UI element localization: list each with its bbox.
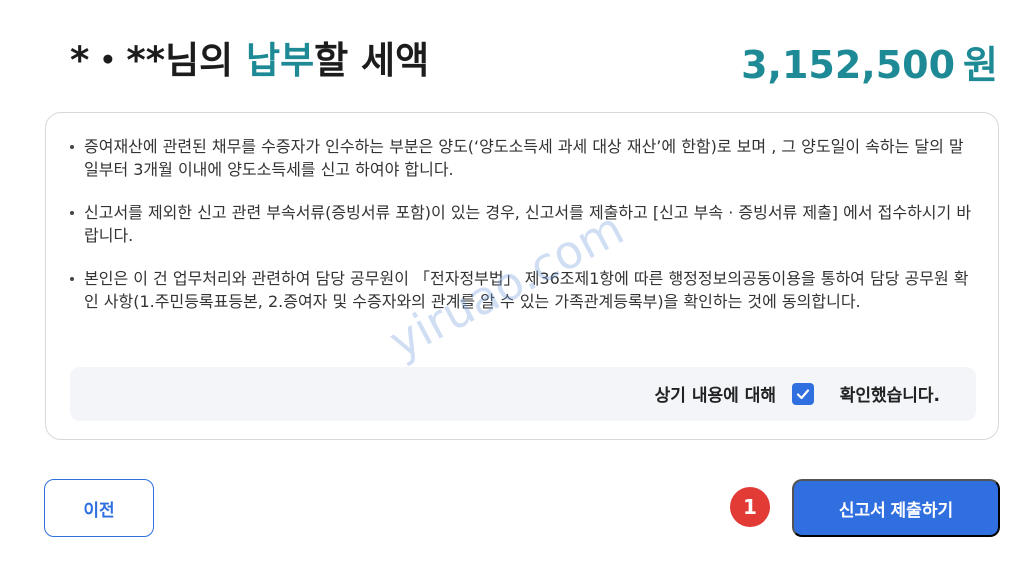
title-text-1: 님의 [165, 39, 247, 82]
notice-box: 증여재산에 관련된 채무를 수증자가 인수하는 부분은 양도(‘양도소득세 과세… [45, 112, 999, 440]
title-text-2: 할 세액 [314, 39, 430, 82]
title-accent: 납부 [246, 39, 315, 82]
confirm-bar: 상기 내용에 대해 확인했습니다. [70, 367, 976, 421]
prev-button[interactable]: 이전 [44, 479, 154, 537]
bullet-icon [70, 277, 74, 281]
tax-amount: 3,152,500 원 [741, 34, 998, 89]
step-badge: 1 [730, 487, 770, 527]
tax-amount-unit: 원 [963, 43, 998, 87]
page-title: *・**님의 납부할 세액 [70, 30, 429, 84]
notice-item: 신고서를 제외한 신고 관련 부속서류(증빙서류 포함)이 있는 경우, 신고서… [68, 201, 978, 247]
confirm-checkbox[interactable] [792, 383, 814, 405]
checkmark-icon [796, 389, 810, 400]
confirm-label: 상기 내용에 대해 [654, 386, 776, 406]
tax-amount-value: 3,152,500 [741, 43, 956, 87]
taxpayer-name-masked: *・** [70, 39, 166, 82]
notice-item: 본인은 이 건 업무처리와 관련하여 담당 공무원이 「전자정부법」 제36조제… [68, 267, 978, 313]
notice-text: 본인은 이 건 업무처리와 관련하여 담당 공무원이 「전자정부법」 제36조제… [84, 269, 969, 311]
bullet-icon [70, 145, 74, 149]
notice-list: 증여재산에 관련된 채무를 수증자가 인수하는 부분은 양도(‘양도소득세 과세… [68, 135, 978, 333]
notice-text: 증여재산에 관련된 채무를 수증자가 인수하는 부분은 양도(‘양도소득세 과세… [84, 137, 964, 179]
submit-button[interactable]: 신고서 제출하기 [792, 479, 1000, 537]
notice-item: 증여재산에 관련된 채무를 수증자가 인수하는 부분은 양도(‘양도소득세 과세… [68, 135, 978, 181]
notice-text: 신고서를 제외한 신고 관련 부속서류(증빙서류 포함)이 있는 경우, 신고서… [84, 203, 972, 245]
bullet-icon [70, 211, 74, 215]
confirm-checkbox-label[interactable]: 확인했습니다. [840, 381, 940, 406]
